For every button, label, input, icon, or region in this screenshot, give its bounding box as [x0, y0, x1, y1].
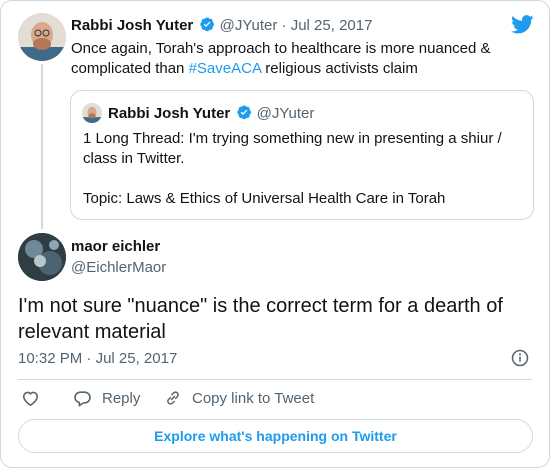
copy-link-button[interactable]: Copy link to Tweet: [164, 389, 314, 407]
author-handle[interactable]: @EichlerMaor: [71, 259, 166, 276]
divider: [18, 379, 532, 380]
thread-connector-line: [41, 64, 43, 229]
quoted-paragraph: 1 Long Thread: I'm trying something new …: [83, 130, 502, 167]
hashtag-link[interactable]: #SaveACA: [189, 60, 262, 77]
verified-badge-icon: [199, 16, 215, 36]
link-icon: [164, 389, 182, 407]
author-name: Rabbi Josh Yuter: [108, 105, 231, 122]
tweet-date[interactable]: Jul 25, 2017: [291, 17, 373, 34]
avatar[interactable]: [18, 13, 66, 61]
avatar: [82, 103, 102, 123]
avatar[interactable]: [18, 233, 66, 281]
heart-icon: [21, 389, 40, 408]
reply-button[interactable]: Reply: [73, 389, 140, 408]
quoted-paragraph: Topic: Laws & Ethics of Universal Health…: [83, 190, 446, 207]
embedded-tweet-card: Rabbi Josh Yuter @JYuter · Jul 25, 2017 …: [0, 0, 550, 468]
tweet-time: 10:32 PM: [18, 350, 83, 367]
tweet-text: I'm not sure "nuance" is the correct ter…: [18, 295, 503, 343]
explore-button[interactable]: Explore what's happening on Twitter: [18, 419, 533, 453]
reply-label: Reply: [102, 390, 141, 407]
info-icon[interactable]: [511, 349, 529, 372]
author-handle: @JYuter: [256, 105, 315, 122]
author-name[interactable]: maor eichler: [71, 238, 160, 255]
author-name[interactable]: Rabbi Josh Yuter: [71, 17, 193, 34]
tweet-date: Jul 25, 2017: [95, 350, 178, 367]
separator: ·: [281, 17, 287, 34]
copy-link-label: Copy link to Tweet: [192, 389, 315, 407]
tweet-text-part: religious activists claim: [261, 60, 418, 77]
quoted-tweet-header: Rabbi Josh Yuter @JYuter: [108, 104, 314, 124]
separator: ·: [86, 350, 92, 367]
author-handle[interactable]: @JYuter: [220, 17, 278, 34]
quoted-tweet-text: 1 Long Thread: I'm trying something new …: [83, 129, 523, 209]
quoted-tweet[interactable]: Rabbi Josh Yuter @JYuter 1 Long Thread: …: [70, 90, 534, 220]
like-button[interactable]: [21, 389, 40, 408]
reply-bubble-icon: [73, 389, 92, 408]
twitter-bird-icon[interactable]: [511, 15, 534, 39]
parent-tweet-header: Rabbi Josh Yuter @JYuter · Jul 25, 2017: [71, 16, 372, 36]
verified-badge-icon: [236, 104, 252, 124]
parent-tweet-text: Once again, Torah's approach to healthca…: [71, 39, 511, 79]
tweet-timestamp[interactable]: 10:32 PM · Jul 25, 2017: [18, 350, 177, 367]
